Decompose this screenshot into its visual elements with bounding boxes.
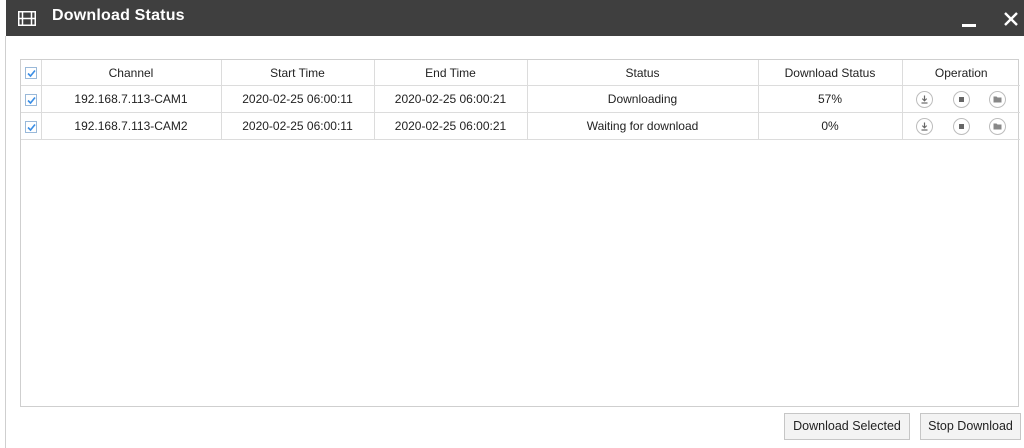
operation-cell — [902, 85, 1020, 113]
channel-cell: 192.168.7.113-CAM1 — [41, 85, 222, 113]
column-header-operation: Operation — [902, 60, 1020, 86]
status-cell: Waiting for download — [527, 112, 759, 140]
download-button[interactable] — [916, 90, 934, 108]
download-table-panel: Channel Start Time End Time Status Downl… — [20, 59, 1020, 407]
row-checkbox[interactable] — [24, 120, 37, 133]
close-icon[interactable] — [1002, 10, 1020, 28]
table-row[interactable]: 192.168.7.113-CAM1 2020-02-25 06:00:11 2… — [21, 85, 1020, 113]
start-time-cell: 2020-02-25 06:00:11 — [221, 112, 375, 140]
row-select-cell — [21, 85, 42, 113]
end-time-cell: 2020-02-25 06:00:21 — [374, 85, 528, 113]
select-all-cell — [21, 60, 42, 86]
column-header-channel[interactable]: Channel — [41, 60, 222, 86]
folder-icon — [993, 123, 1002, 130]
window-title: Download Status — [52, 7, 185, 24]
minimize-button[interactable] — [962, 24, 976, 27]
open-folder-button[interactable] — [989, 117, 1007, 135]
column-header-download-status[interactable]: Download Status — [758, 60, 903, 86]
stop-button[interactable] — [952, 117, 970, 135]
open-folder-button[interactable] — [989, 90, 1007, 108]
folder-icon — [993, 96, 1002, 103]
download-status-cell: 57% — [758, 85, 903, 113]
stop-button[interactable] — [952, 90, 970, 108]
table-header-row: Channel Start Time End Time Status Downl… — [21, 60, 1020, 86]
stop-icon — [958, 123, 964, 129]
background-window-edge — [0, 36, 6, 448]
column-header-status[interactable]: Status — [527, 60, 759, 86]
status-cell: Downloading — [527, 85, 759, 113]
channel-cell: 192.168.7.113-CAM2 — [41, 112, 222, 140]
checkmark-icon — [27, 96, 36, 105]
download-selected-button[interactable]: Download Selected — [784, 413, 910, 440]
download-status-cell: 0% — [758, 112, 903, 140]
film-icon — [18, 11, 36, 26]
start-time-cell: 2020-02-25 06:00:11 — [221, 85, 375, 113]
column-header-end-time[interactable]: End Time — [374, 60, 528, 86]
end-time-cell: 2020-02-25 06:00:21 — [374, 112, 528, 140]
table-row[interactable]: 192.168.7.113-CAM2 2020-02-25 06:00:11 2… — [21, 112, 1020, 140]
stop-download-button[interactable]: Stop Download — [920, 413, 1021, 440]
download-table: Channel Start Time End Time Status Downl… — [21, 60, 1020, 140]
stop-icon — [958, 96, 964, 102]
download-icon — [921, 95, 928, 104]
title-bar: Download Status — [6, 0, 1024, 36]
row-checkbox[interactable] — [24, 93, 37, 106]
download-icon — [921, 122, 928, 131]
operation-cell — [902, 112, 1020, 140]
checkmark-icon — [27, 70, 36, 78]
checkmark-icon — [27, 123, 36, 132]
download-button[interactable] — [916, 117, 934, 135]
row-select-cell — [21, 112, 42, 140]
select-all-checkbox[interactable] — [24, 67, 37, 80]
column-header-start-time[interactable]: Start Time — [221, 60, 375, 86]
